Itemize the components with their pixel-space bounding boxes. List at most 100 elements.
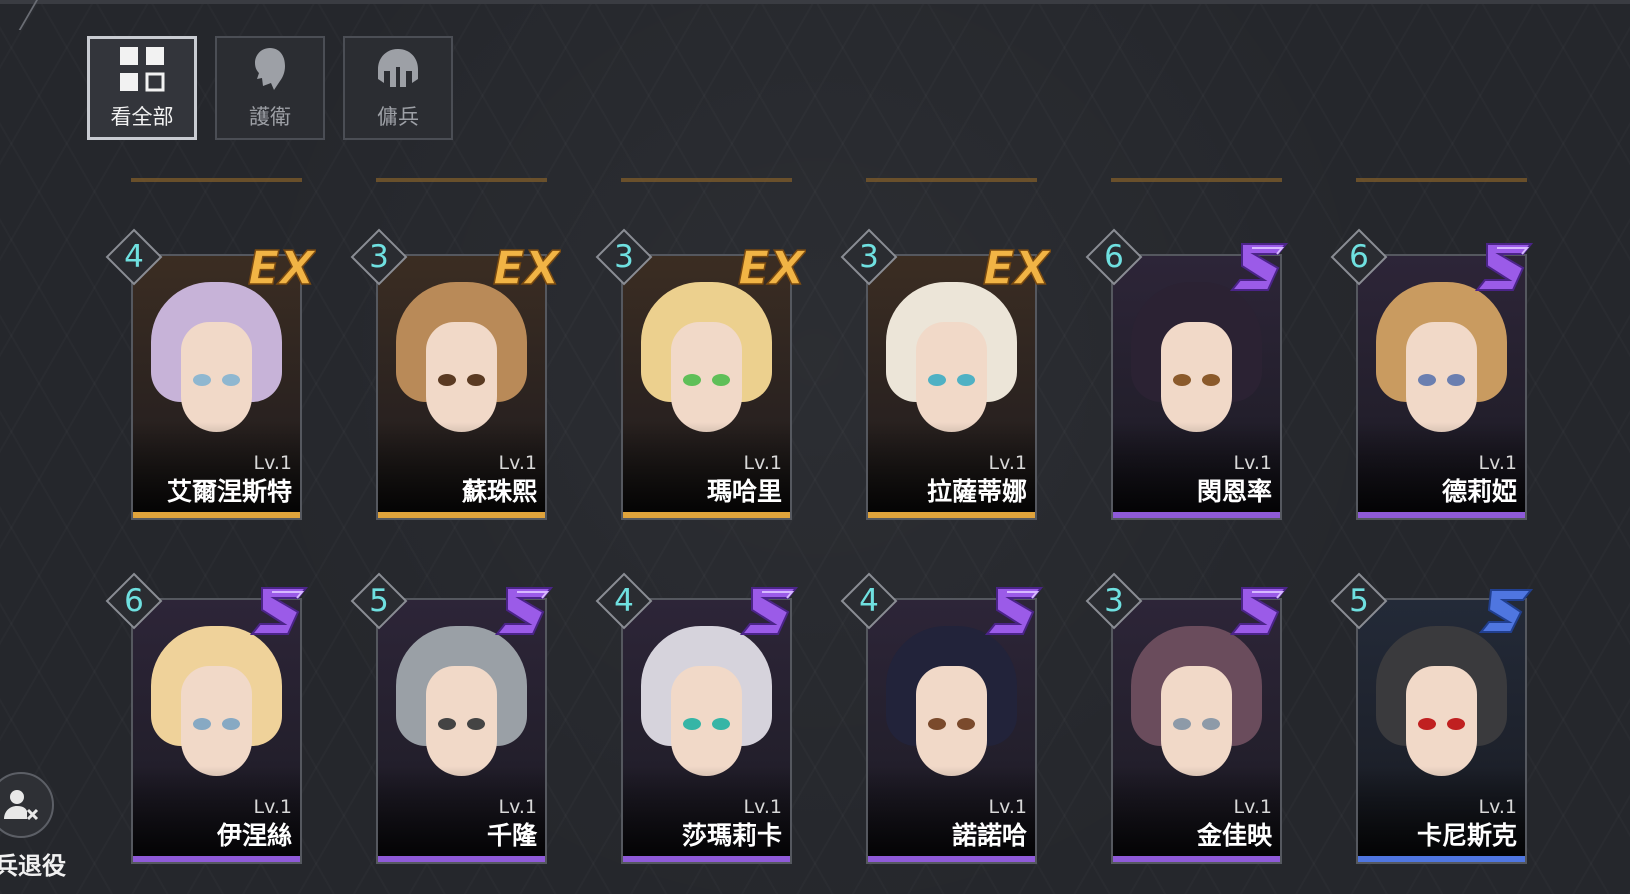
star-diamond: 6 bbox=[105, 572, 163, 630]
rank-ss-icon bbox=[242, 582, 316, 640]
slot-bar bbox=[621, 178, 792, 182]
filter-mercenary-button[interactable]: 傭兵 bbox=[343, 36, 453, 140]
portrait-eye bbox=[438, 718, 456, 730]
character-card[interactable]: Lv.1 諾諾哈 4 bbox=[840, 572, 1044, 864]
portrait-face bbox=[1406, 322, 1477, 432]
star-diamond: 3 bbox=[595, 228, 653, 286]
helmet-icon bbox=[378, 49, 418, 87]
rarity-bar bbox=[378, 856, 545, 862]
star-count: 6 bbox=[1349, 239, 1369, 275]
character-name: 諾諾哈 bbox=[951, 821, 1027, 850]
filter-guard-button[interactable]: 護衛 bbox=[215, 36, 325, 140]
star-diamond: 5 bbox=[350, 572, 408, 630]
slot-bar bbox=[131, 178, 302, 182]
portrait-eye bbox=[1173, 374, 1191, 386]
portrait-eye bbox=[1202, 374, 1220, 386]
star-count: 5 bbox=[369, 583, 389, 619]
star-diamond: 3 bbox=[350, 228, 408, 286]
portrait-face bbox=[426, 666, 497, 776]
character-card[interactable]: Lv.1 閔恩率 6 bbox=[1085, 228, 1289, 520]
portrait-eye bbox=[957, 374, 975, 386]
rank-s-icon bbox=[1467, 582, 1541, 640]
portrait-face bbox=[426, 322, 497, 432]
character-card[interactable]: Lv.1 德莉婭 6 bbox=[1330, 228, 1534, 520]
rank-ex-icon: EX bbox=[487, 238, 563, 296]
rarity-bar bbox=[378, 512, 545, 518]
portrait-eye bbox=[683, 718, 701, 730]
star-count: 3 bbox=[1104, 583, 1124, 619]
rank-ss-icon bbox=[1222, 238, 1296, 296]
star-diamond: 3 bbox=[1085, 572, 1143, 630]
portrait-eye bbox=[438, 374, 456, 386]
portrait-eye bbox=[712, 718, 730, 730]
star-diamond: 4 bbox=[105, 228, 163, 286]
character-name: 閔恩率 bbox=[1196, 477, 1272, 506]
character-card[interactable]: Lv.1 蘇珠熙 3 EX bbox=[350, 228, 563, 520]
character-level: Lv.1 bbox=[498, 452, 537, 474]
character-level: Lv.1 bbox=[988, 452, 1027, 474]
star-diamond: 6 bbox=[1330, 228, 1388, 286]
star-count: 5 bbox=[1349, 583, 1369, 619]
portrait-eye bbox=[467, 374, 485, 386]
character-name: 艾爾涅斯特 bbox=[166, 477, 292, 506]
empty-slot-bars bbox=[131, 178, 1527, 182]
slot-bar bbox=[376, 178, 547, 182]
filter-guard-label: 護衛 bbox=[249, 105, 291, 129]
portrait-eye bbox=[928, 718, 946, 730]
rarity-bar bbox=[1358, 856, 1525, 862]
character-level: Lv.1 bbox=[1478, 452, 1517, 474]
filter-all-button[interactable]: 看全部 bbox=[87, 36, 197, 140]
character-card[interactable]: Lv.1 卡尼斯克 5 bbox=[1330, 572, 1534, 864]
character-card[interactable]: Lv.1 艾爾涅斯特 4 EX bbox=[105, 228, 318, 520]
portrait-eye bbox=[193, 718, 211, 730]
portrait-face bbox=[1406, 666, 1477, 776]
character-card[interactable]: Lv.1 伊涅絲 6 bbox=[105, 572, 309, 864]
filter-all-label: 看全部 bbox=[110, 105, 174, 129]
top-divider bbox=[0, 0, 1630, 4]
slot-bar bbox=[1111, 178, 1282, 182]
star-count: 4 bbox=[859, 583, 879, 619]
portrait-eye bbox=[1447, 374, 1465, 386]
svg-text:EX: EX bbox=[738, 241, 806, 295]
character-level: Lv.1 bbox=[253, 796, 292, 818]
star-count: 6 bbox=[1104, 239, 1124, 275]
character-card[interactable]: Lv.1 金佳映 3 bbox=[1085, 572, 1289, 864]
rank-ex-icon: EX bbox=[732, 238, 808, 296]
slot-bar bbox=[866, 178, 1037, 182]
svg-text:EX: EX bbox=[493, 241, 561, 295]
character-name: 拉薩蒂娜 bbox=[926, 477, 1027, 506]
portrait-face bbox=[916, 666, 987, 776]
star-diamond: 4 bbox=[595, 572, 653, 630]
rank-ex-icon: EX bbox=[977, 238, 1053, 296]
character-level: Lv.1 bbox=[498, 796, 537, 818]
portrait-face bbox=[1161, 322, 1232, 432]
character-card[interactable]: Lv.1 瑪哈里 3 EX bbox=[595, 228, 808, 520]
portrait-eye bbox=[1173, 718, 1191, 730]
portrait-face bbox=[181, 666, 252, 776]
character-level: Lv.1 bbox=[1478, 796, 1517, 818]
character-level: Lv.1 bbox=[743, 796, 782, 818]
portrait-eye bbox=[467, 718, 485, 730]
character-name: 德莉婭 bbox=[1441, 477, 1517, 506]
head-profile-icon bbox=[255, 48, 285, 90]
portrait-face bbox=[671, 666, 742, 776]
rarity-bar bbox=[133, 512, 300, 518]
character-name: 金佳映 bbox=[1196, 821, 1272, 850]
rarity-bar bbox=[1113, 856, 1280, 862]
character-level: Lv.1 bbox=[988, 796, 1027, 818]
portrait-eye bbox=[1418, 718, 1436, 730]
portrait-face bbox=[181, 322, 252, 432]
svg-text:EX: EX bbox=[983, 241, 1051, 295]
star-count: 3 bbox=[859, 239, 879, 275]
grid-icon bbox=[120, 47, 165, 92]
star-diamond: 4 bbox=[840, 572, 898, 630]
rank-ss-icon bbox=[977, 582, 1051, 640]
character-card[interactable]: Lv.1 千隆 5 bbox=[350, 572, 554, 864]
character-card[interactable]: Lv.1 拉薩蒂娜 3 EX bbox=[840, 228, 1053, 520]
character-card[interactable]: Lv.1 莎瑪莉卡 4 bbox=[595, 572, 799, 864]
rarity-bar bbox=[1358, 512, 1525, 518]
star-count: 3 bbox=[369, 239, 389, 275]
rank-ex-icon: EX bbox=[242, 238, 318, 296]
character-grid: Lv.1 艾爾涅斯特 4 EX Lv.1 蘇珠熙 3 EX Lv.1 瑪哈里 3 EX Lv.1 拉薩蒂娜… bbox=[105, 228, 1534, 864]
portrait-face bbox=[1161, 666, 1232, 776]
